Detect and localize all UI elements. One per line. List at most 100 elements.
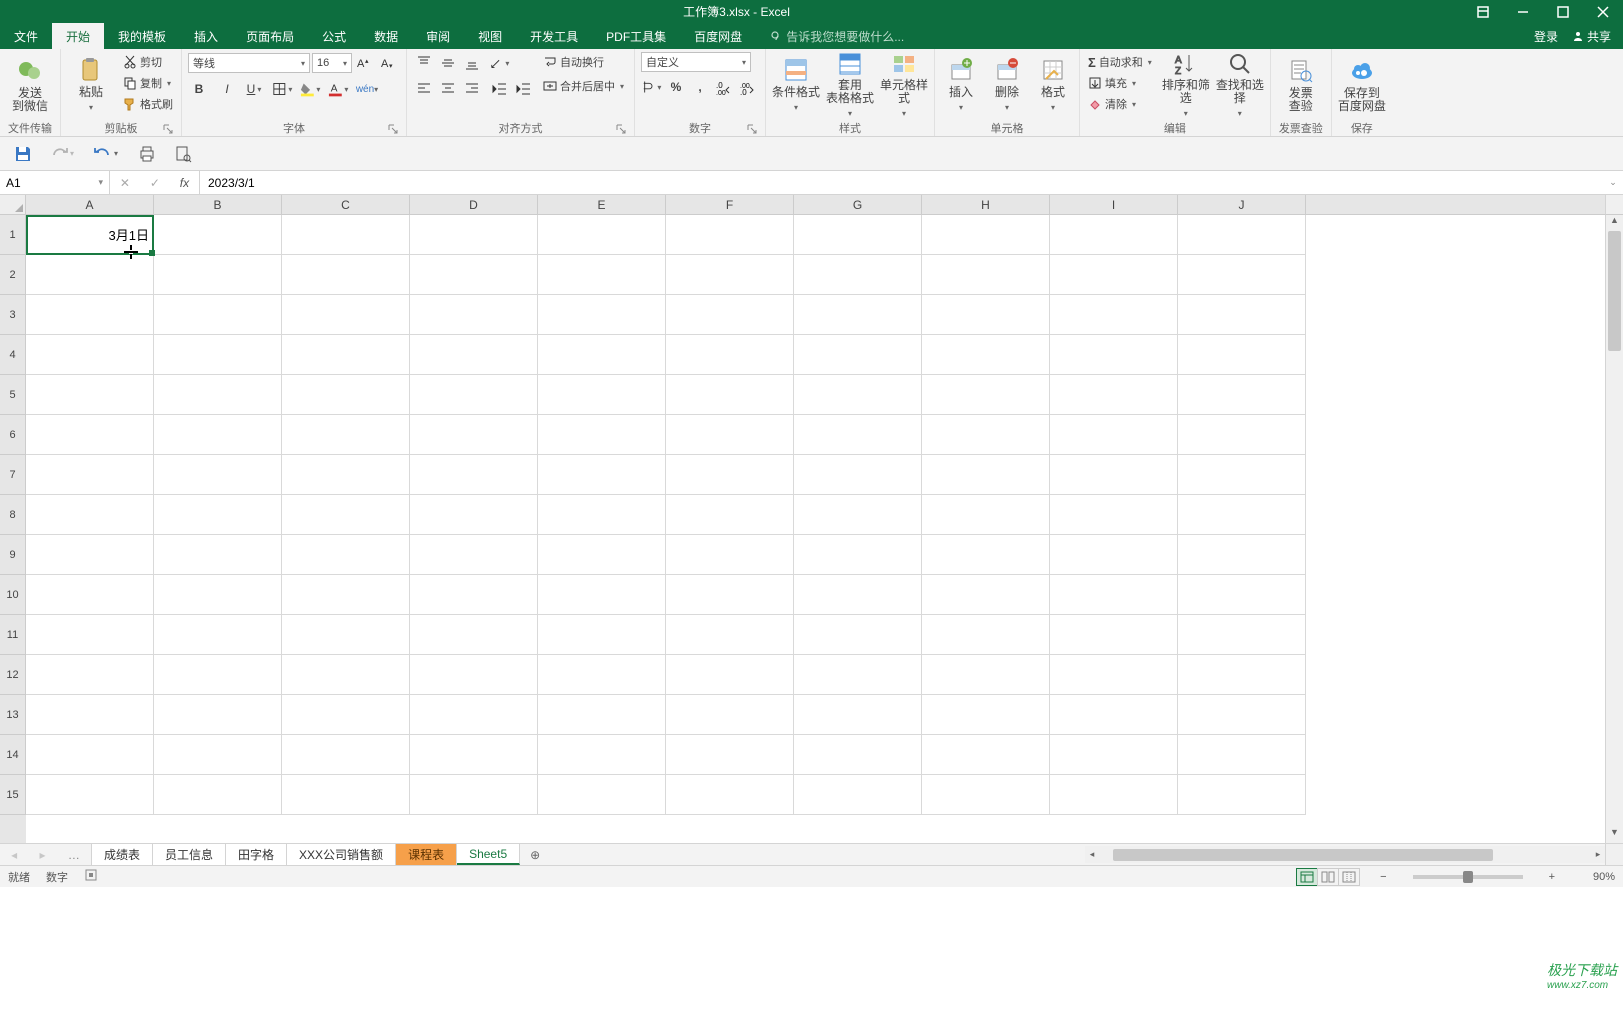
cell-F4[interactable] [666, 335, 794, 375]
cell-G3[interactable] [794, 295, 922, 335]
cell-J6[interactable] [1178, 415, 1306, 455]
cell-G8[interactable] [794, 495, 922, 535]
increase-indent-icon[interactable] [513, 78, 535, 100]
print-preview-icon[interactable] [174, 145, 192, 163]
cell-J4[interactable] [1178, 335, 1306, 375]
cell-I1[interactable] [1050, 215, 1178, 255]
border-icon[interactable]: ▾ [272, 78, 294, 100]
cell-I15[interactable] [1050, 775, 1178, 815]
login-link[interactable]: 登录 [1534, 28, 1558, 45]
row-header-7[interactable]: 7 [0, 455, 26, 495]
number-format-combo[interactable]: 自定义▾ [641, 52, 751, 72]
cell-B11[interactable] [154, 615, 282, 655]
cell-A4[interactable] [26, 335, 154, 375]
cell-G9[interactable] [794, 535, 922, 575]
cell-J15[interactable] [1178, 775, 1306, 815]
bold-icon[interactable]: B [188, 78, 210, 100]
cell-A7[interactable] [26, 455, 154, 495]
format-cells-button[interactable]: 格式▾ [1033, 52, 1073, 118]
cell-C10[interactable] [282, 575, 410, 615]
sheet-tab-5[interactable]: 课程表 [396, 844, 457, 865]
cell-I13[interactable] [1050, 695, 1178, 735]
cell-C7[interactable] [282, 455, 410, 495]
scroll-right-icon[interactable]: ▸ [1591, 849, 1605, 860]
cell-G12[interactable] [794, 655, 922, 695]
cell-E6[interactable] [538, 415, 666, 455]
new-sheet-icon[interactable]: ⊕ [520, 844, 550, 865]
macro-record-icon[interactable] [84, 868, 98, 885]
insert-cells-button[interactable]: 插入▾ [941, 52, 981, 118]
sheet-prev-icon[interactable]: ▸ [40, 848, 46, 862]
underline-icon[interactable]: U▾ [244, 78, 266, 100]
cell-A11[interactable] [26, 615, 154, 655]
cut-button[interactable]: 剪切 [121, 52, 175, 72]
cell-C6[interactable] [282, 415, 410, 455]
hscroll-thumb[interactable] [1113, 849, 1493, 861]
sort-filter-button[interactable]: AZ 排序和筛选▾ [1162, 52, 1210, 118]
tab-data[interactable]: 数据 [360, 23, 412, 49]
share-button[interactable]: 共享 [1572, 28, 1611, 45]
cell-D4[interactable] [410, 335, 538, 375]
maximize-icon[interactable] [1543, 0, 1583, 23]
cell-A10[interactable] [26, 575, 154, 615]
cell-I3[interactable] [1050, 295, 1178, 335]
cell-B13[interactable] [154, 695, 282, 735]
tab-view[interactable]: 视图 [464, 23, 516, 49]
tab-page-layout[interactable]: 页面布局 [232, 23, 308, 49]
cell-D11[interactable] [410, 615, 538, 655]
tab-my-templates[interactable]: 我的模板 [104, 23, 180, 49]
cell-I7[interactable] [1050, 455, 1178, 495]
row-header-6[interactable]: 6 [0, 415, 26, 455]
column-header-J[interactable]: J [1178, 195, 1306, 215]
minimize-icon[interactable] [1503, 0, 1543, 23]
cell-E11[interactable] [538, 615, 666, 655]
cell-G4[interactable] [794, 335, 922, 375]
align-launcher-icon[interactable] [616, 124, 626, 134]
font-color-icon[interactable]: A▾ [328, 78, 350, 100]
cell-E1[interactable] [538, 215, 666, 255]
cell-J2[interactable] [1178, 255, 1306, 295]
zoom-level[interactable]: 90% [1575, 871, 1615, 883]
cell-C13[interactable] [282, 695, 410, 735]
cell-A12[interactable] [26, 655, 154, 695]
cell-A9[interactable] [26, 535, 154, 575]
cell-J1[interactable] [1178, 215, 1306, 255]
cell-D6[interactable] [410, 415, 538, 455]
scroll-left-icon[interactable]: ◂ [1085, 849, 1099, 860]
phonetic-icon[interactable]: wén▾ [356, 78, 378, 100]
row-header-5[interactable]: 5 [0, 375, 26, 415]
cell-I14[interactable] [1050, 735, 1178, 775]
chevron-down-icon[interactable]: ▾ [87, 101, 95, 114]
cell-E14[interactable] [538, 735, 666, 775]
cell-B15[interactable] [154, 775, 282, 815]
cell-H10[interactable] [922, 575, 1050, 615]
cell-D3[interactable] [410, 295, 538, 335]
cell-F15[interactable] [666, 775, 794, 815]
sheet-list-icon[interactable]: … [68, 848, 80, 862]
tab-insert[interactable]: 插入 [180, 23, 232, 49]
cell-C1[interactable] [282, 215, 410, 255]
row-header-15[interactable]: 15 [0, 775, 26, 815]
cell-C2[interactable] [282, 255, 410, 295]
cell-E5[interactable] [538, 375, 666, 415]
cell-F7[interactable] [666, 455, 794, 495]
scroll-down-icon[interactable]: ▼ [1606, 827, 1623, 843]
cancel-formula-icon[interactable]: ✕ [120, 176, 130, 190]
cell-E10[interactable] [538, 575, 666, 615]
view-page-break-icon[interactable] [1338, 868, 1360, 886]
cell-B1[interactable] [154, 215, 282, 255]
align-middle-icon[interactable] [437, 52, 459, 74]
cell-B2[interactable] [154, 255, 282, 295]
formula-input[interactable]: 2023/3/1 [200, 171, 1603, 194]
cell-C15[interactable] [282, 775, 410, 815]
cell-G7[interactable] [794, 455, 922, 495]
undo-icon[interactable]: ▾ [94, 145, 120, 163]
cell-D12[interactable] [410, 655, 538, 695]
column-header-A[interactable]: A [26, 195, 154, 215]
cell-D13[interactable] [410, 695, 538, 735]
cell-C4[interactable] [282, 335, 410, 375]
cell-J14[interactable] [1178, 735, 1306, 775]
cell-J3[interactable] [1178, 295, 1306, 335]
view-normal-icon[interactable] [1296, 868, 1318, 886]
cell-F9[interactable] [666, 535, 794, 575]
